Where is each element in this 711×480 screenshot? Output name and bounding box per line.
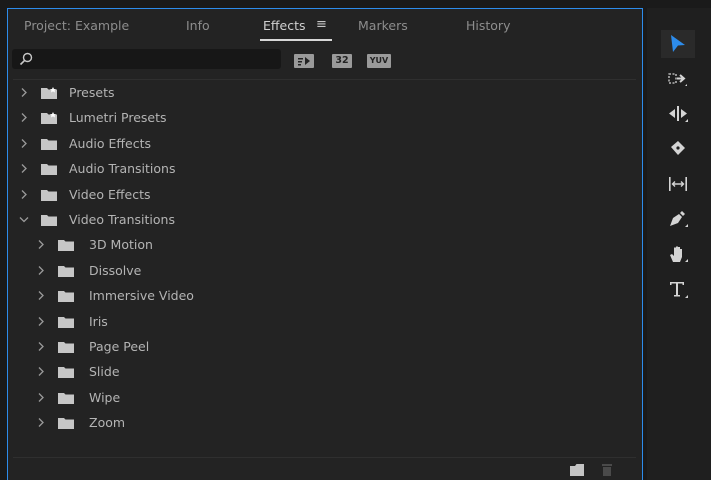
chevron-right-icon[interactable] [35, 309, 47, 334]
folder-icon [58, 392, 74, 404]
type-tool-button[interactable] [661, 275, 695, 303]
tree-item-label: Audio Transitions [69, 161, 176, 177]
folder-icon [58, 341, 74, 353]
ripple-edit-tool-icon [669, 106, 688, 122]
tree-item-label: Slide [89, 364, 120, 380]
slip-tool-icon [669, 177, 687, 191]
tree-item[interactable]: Wipe [13, 385, 636, 410]
chevron-right-icon[interactable] [35, 334, 47, 359]
tree-item[interactable]: Video Effects [13, 182, 636, 207]
tree-item[interactable]: Audio Effects [13, 131, 636, 156]
chevron-right-icon[interactable] [35, 359, 47, 384]
tab-project[interactable]: Project: Example [24, 18, 129, 33]
chevron-right-icon[interactable] [18, 131, 30, 156]
selection-tool-icon [671, 35, 685, 52]
chevron-right-icon[interactable] [18, 156, 30, 181]
chevron-right-icon[interactable] [35, 258, 47, 283]
preset-folder-icon [41, 112, 57, 125]
tree-item-label: Immersive Video [89, 288, 194, 304]
panel-footer [8, 460, 642, 480]
tree-item[interactable]: Dissolve [13, 258, 636, 283]
folder-icon [41, 164, 57, 176]
chevron-right-icon[interactable] [35, 232, 47, 257]
chevron-right-icon[interactable] [18, 182, 30, 207]
tree-item[interactable]: 3D Motion [13, 232, 636, 257]
chevron-right-icon[interactable] [35, 410, 47, 435]
effects-tree: Presets Lumetri Presets Audio Effects Audio… [13, 79, 636, 458]
tree-item-label: Zoom [89, 415, 126, 431]
tree-item[interactable]: Video Transitions [13, 207, 636, 232]
tree-item-label: Audio Effects [69, 135, 151, 151]
track-select-forward-tool-button[interactable] [661, 65, 695, 93]
tab-markers[interactable]: Markers [358, 18, 408, 33]
folder-icon [58, 265, 74, 277]
search-row: 32 YUV [8, 47, 642, 71]
pen-tool-button[interactable] [661, 205, 695, 233]
tools-panel [647, 8, 711, 480]
accelerated-effects-icon[interactable] [294, 54, 314, 68]
tree-item-label: 3D Motion [89, 237, 153, 253]
chevron-right-icon[interactable] [18, 105, 30, 130]
panel-tab-bar: Project: Example Info Effects ≡ Markers … [8, 9, 642, 43]
yuv-filter-icon[interactable]: YUV [367, 54, 391, 68]
tree-item[interactable]: Immersive Video [13, 283, 636, 308]
tree-item-label: Dissolve [89, 262, 142, 278]
folder-icon [58, 316, 74, 328]
new-bin-icon[interactable] [569, 463, 585, 477]
tree-item-label: Iris [89, 313, 108, 329]
folder-icon [58, 291, 74, 303]
folder-icon [58, 418, 74, 430]
slip-tool-button[interactable] [661, 170, 695, 198]
tree-item[interactable]: Audio Transitions [13, 156, 636, 181]
tree-item[interactable]: Zoom [13, 410, 636, 435]
type-tool-icon [670, 282, 688, 298]
tree-item-label: Presets [69, 85, 115, 100]
chevron-right-icon[interactable] [35, 385, 47, 410]
tab-info[interactable]: Info [186, 18, 210, 33]
hand-tool-button[interactable] [661, 240, 695, 268]
hand-tool-icon [670, 246, 688, 262]
search-input[interactable] [12, 49, 281, 69]
folder-icon [58, 240, 74, 252]
tab-effects[interactable]: Effects [263, 18, 306, 33]
folder-icon [41, 214, 57, 226]
tree-item[interactable]: Page Peel [13, 334, 636, 359]
active-tab-indicator [260, 39, 332, 41]
ripple-edit-tool-button[interactable] [661, 100, 695, 128]
folder-icon [58, 367, 74, 379]
track-select-forward-tool-icon [668, 73, 687, 86]
tree-item[interactable]: Lumetri Presets [13, 105, 636, 130]
folder-icon [41, 138, 57, 150]
tree-item-label: Lumetri Presets [69, 110, 167, 126]
tab-history[interactable]: History [466, 18, 510, 33]
chevron-right-icon[interactable] [18, 80, 30, 105]
tree-item-label: Video Effects [69, 186, 151, 202]
delete-icon[interactable] [599, 463, 615, 477]
razor-tool-button[interactable] [661, 135, 695, 163]
pen-tool-icon [670, 211, 688, 227]
tree-item-label: Page Peel [89, 338, 150, 354]
folder-icon [41, 189, 57, 201]
tree-item[interactable]: Iris [13, 309, 636, 334]
preset-folder-icon [41, 87, 57, 99]
tree-item-label: Video Transitions [69, 211, 175, 227]
hamburger-menu-icon[interactable]: ≡ [316, 17, 327, 32]
tree-item[interactable]: Slide [13, 359, 636, 384]
effects-panel: Project: Example Info Effects ≡ Markers … [7, 8, 643, 480]
chevron-right-icon[interactable] [35, 283, 47, 308]
tree-item-label: Wipe [89, 389, 121, 405]
razor-tool-icon [671, 141, 685, 155]
search-icon [19, 52, 33, 66]
selection-tool-button[interactable] [661, 30, 695, 58]
chevron-down-icon[interactable] [18, 207, 30, 232]
32-bit-filter-icon[interactable]: 32 [332, 54, 352, 68]
tree-item[interactable]: Presets [13, 80, 636, 105]
